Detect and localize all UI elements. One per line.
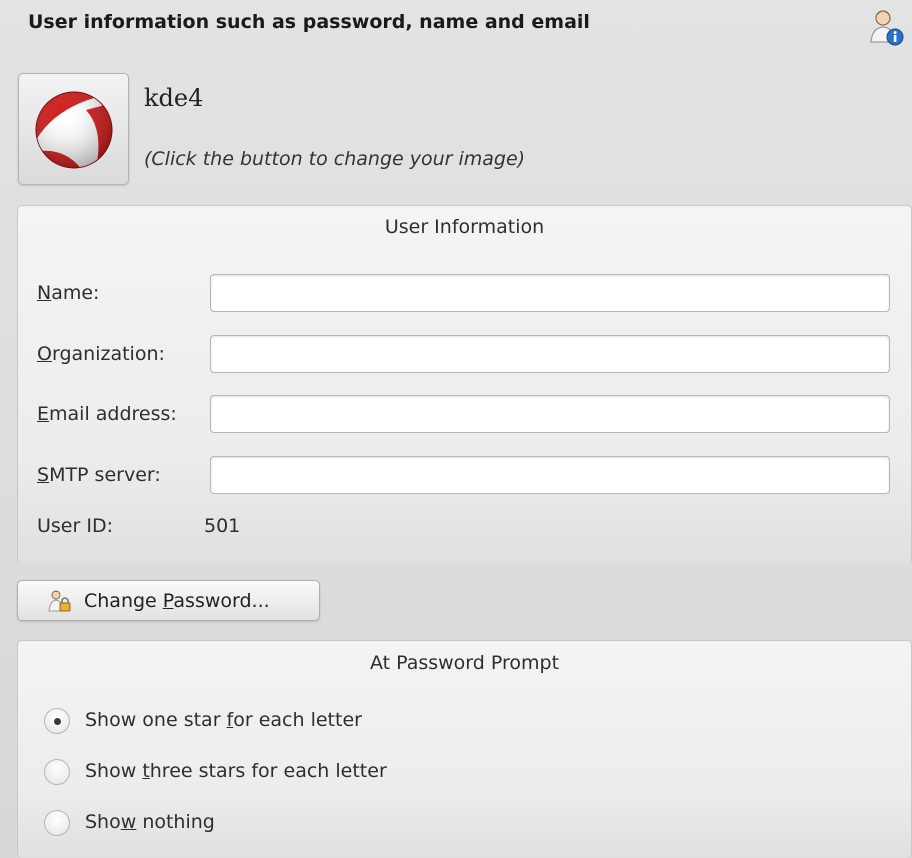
avatar-button[interactable] <box>18 73 129 185</box>
user-info-icon <box>870 10 904 46</box>
radio-three-stars-button[interactable] <box>44 759 70 785</box>
smtp-server-field[interactable] <box>210 456 890 494</box>
radio-show-nothing-button[interactable] <box>44 810 70 836</box>
page-header: User information such as password, name … <box>0 0 912 48</box>
username: kde4 <box>144 84 204 112</box>
avatar-hint: (Click the button to change your image) <box>144 148 526 170</box>
radio-three-stars-label: Show three stars for each letter <box>85 760 387 782</box>
radio-one-star[interactable]: Show one star for each letter <box>44 706 544 738</box>
lock-user-icon <box>48 590 71 612</box>
user-account-page: User information such as password, name … <box>0 0 912 858</box>
user-information-group: User Information Name: Organization: Ema… <box>17 205 912 565</box>
organization-label: Organization: <box>37 343 165 365</box>
user-id-value: 501 <box>204 515 241 537</box>
password-prompt-title: At Password Prompt <box>369 652 560 674</box>
smtp-server-label: SMTP server: <box>37 464 161 486</box>
name-field[interactable] <box>210 274 890 312</box>
email-field[interactable] <box>210 395 890 433</box>
organization-field[interactable] <box>210 335 890 373</box>
user-id-label: User ID: <box>37 515 113 537</box>
name-label: Name: <box>37 282 100 304</box>
beach-ball-icon <box>35 91 113 169</box>
radio-show-nothing[interactable]: Show nothing <box>44 808 544 840</box>
radio-three-stars[interactable]: Show three stars for each letter <box>44 757 544 789</box>
radio-show-nothing-label: Show nothing <box>85 811 215 833</box>
radio-one-star-label: Show one star for each letter <box>85 709 362 731</box>
email-label: Email address: <box>37 403 177 425</box>
page-title: User information such as password, name … <box>28 11 590 33</box>
radio-one-star-button[interactable] <box>44 708 70 734</box>
password-prompt-group: At Password Prompt Show one star for eac… <box>17 640 912 858</box>
change-password-label: Change Password... <box>84 590 270 612</box>
change-password-button[interactable]: Change Password... <box>17 580 320 621</box>
user-information-title: User Information <box>384 216 545 238</box>
